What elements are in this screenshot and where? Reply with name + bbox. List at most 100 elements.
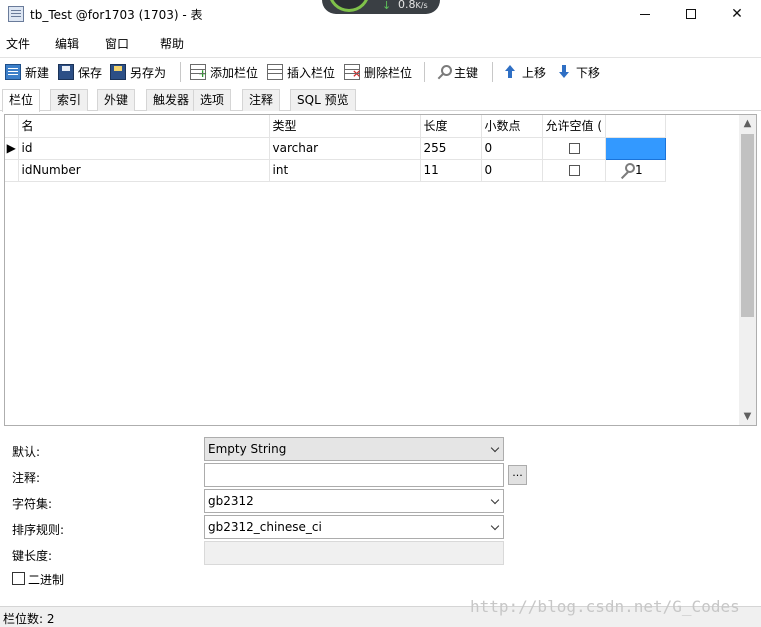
save-icon: [58, 64, 74, 80]
toolbar-separator: [492, 62, 493, 82]
field-decimals-cell[interactable]: 0: [481, 137, 543, 160]
field-decimals-cell[interactable]: 0: [481, 159, 543, 182]
menu-help[interactable]: 帮助: [160, 35, 184, 52]
new-button[interactable]: 新建: [5, 62, 49, 82]
key-cell[interactable]: 1: [605, 159, 666, 182]
key-icon: [434, 64, 452, 80]
new-table-icon: [5, 64, 21, 80]
minimize-button[interactable]: [622, 0, 668, 30]
add-field-label: 添加栏位: [210, 65, 259, 80]
menu-file[interactable]: 文件: [6, 35, 30, 52]
tab-sql-preview[interactable]: SQL 预览: [290, 89, 356, 111]
scroll-down-arrow-icon[interactable]: ▼: [739, 408, 756, 425]
field-type-cell[interactable]: varchar: [269, 137, 421, 160]
allow-null-cell[interactable]: [542, 137, 606, 160]
comment-edit-button[interactable]: ...: [508, 465, 527, 485]
binary-label: 二进制: [28, 573, 65, 587]
header-name[interactable]: 名: [18, 115, 270, 138]
comment-label: 注释:: [12, 471, 41, 485]
add-field-button[interactable]: 添加栏位: [190, 62, 258, 82]
close-button[interactable]: ✕: [714, 0, 760, 30]
network-gauge-icon: [328, 0, 370, 12]
default-select[interactable]: Empty String: [204, 437, 504, 461]
scrollbar-thumb[interactable]: [741, 134, 754, 317]
header-length[interactable]: 长度: [420, 115, 482, 138]
toolbar-separator: [180, 62, 181, 82]
allow-null-cell[interactable]: [542, 159, 606, 182]
delete-field-icon: [344, 64, 361, 80]
default-value: Empty String: [208, 442, 287, 456]
tab-indexes[interactable]: 索引: [50, 89, 89, 111]
collation-select[interactable]: gb2312_chinese_ci: [204, 515, 504, 539]
menu-window[interactable]: 窗口: [105, 35, 129, 52]
table-icon: [8, 6, 24, 22]
minimize-icon: [640, 13, 650, 15]
key-cell-selected[interactable]: [605, 136, 666, 160]
header-decimals[interactable]: 小数点: [481, 115, 543, 138]
move-up-label: 上移: [522, 65, 547, 80]
network-speed-widget: ↓ 0.8K/s: [322, 0, 440, 14]
field-name-cell[interactable]: id: [18, 137, 270, 160]
save-as-label: 另存为: [130, 65, 167, 80]
tab-foreign-keys[interactable]: 外键: [97, 89, 136, 111]
tab-triggers[interactable]: 触发器: [146, 89, 197, 111]
toolbar-separator: [424, 62, 425, 82]
row-marker: [5, 159, 19, 182]
close-icon: ✕: [731, 6, 743, 22]
window-title: tb_Test @for1703 (1703) - 表: [30, 8, 203, 22]
current-row-indicator-icon: ▶: [5, 137, 19, 160]
allow-null-checkbox[interactable]: [568, 143, 580, 154]
menu-edit[interactable]: 编辑: [55, 35, 79, 52]
key-length-input: [204, 541, 504, 565]
key-length-label: 键长度:: [12, 549, 53, 563]
title-bar: tb_Test @for1703 (1703) - 表 ↓ 0.8K/s ✕: [0, 0, 761, 30]
arrow-up-icon: [502, 64, 518, 80]
move-down-label: 下移: [576, 65, 601, 80]
arrow-down-icon: [556, 64, 572, 80]
delete-field-button[interactable]: 删除栏位: [344, 62, 412, 82]
grid-vertical-scrollbar[interactable]: ▲ ▼: [739, 115, 756, 425]
save-label: 保存: [78, 65, 103, 80]
collation-value: gb2312_chinese_ci: [208, 520, 322, 534]
default-label: 默认:: [12, 445, 41, 459]
header-allow-null[interactable]: 允许空值 (: [542, 115, 606, 138]
save-as-button[interactable]: 另存为: [110, 62, 166, 82]
field-length-cell[interactable]: 255: [420, 137, 482, 160]
tab-options[interactable]: 选项: [193, 89, 232, 111]
primary-key-button[interactable]: 主键: [434, 62, 478, 82]
chevron-down-icon: [490, 495, 500, 505]
field-type-cell[interactable]: int: [269, 159, 421, 182]
insert-field-button[interactable]: 插入栏位: [267, 62, 335, 82]
primary-key-label: 主键: [454, 65, 479, 80]
field-length-cell[interactable]: 11: [420, 159, 482, 182]
menu-bar: 文件 编辑 窗口 帮助: [0, 31, 761, 55]
field-name-cell[interactable]: idNumber: [18, 159, 270, 182]
maximize-icon: [686, 9, 696, 19]
move-down-button[interactable]: 下移: [556, 62, 600, 82]
chevron-down-icon: [490, 521, 500, 531]
move-up-button[interactable]: 上移: [502, 62, 546, 82]
charset-select[interactable]: gb2312: [204, 489, 504, 513]
header-type[interactable]: 类型: [269, 115, 421, 138]
key-order: 1: [635, 162, 643, 177]
save-button[interactable]: 保存: [58, 62, 102, 82]
insert-field-icon: [267, 64, 283, 80]
comment-input[interactable]: [204, 463, 504, 487]
delete-field-label: 删除栏位: [364, 65, 413, 80]
header-key[interactable]: [605, 115, 666, 138]
charset-value: gb2312: [208, 494, 254, 508]
binary-checkbox[interactable]: [12, 572, 25, 585]
maximize-button[interactable]: [668, 0, 714, 30]
scroll-up-arrow-icon[interactable]: ▲: [739, 115, 756, 132]
allow-null-checkbox[interactable]: [568, 165, 580, 176]
tab-fields[interactable]: 栏位: [2, 89, 41, 112]
save-as-icon: [110, 64, 126, 80]
grid-header-row: 名 类型 长度 小数点 允许空值 (: [5, 115, 666, 138]
watermark: http://blog.csdn.net/G_Codes: [470, 597, 740, 616]
tab-comment[interactable]: 注释: [242, 89, 281, 111]
add-field-icon: [190, 64, 207, 80]
table-row[interactable]: ▶ id varchar 255 0: [5, 136, 666, 160]
charset-label: 字符集:: [12, 497, 53, 511]
row-marker-header: [5, 115, 19, 138]
table-row[interactable]: idNumber int 11 0 1: [5, 159, 666, 182]
